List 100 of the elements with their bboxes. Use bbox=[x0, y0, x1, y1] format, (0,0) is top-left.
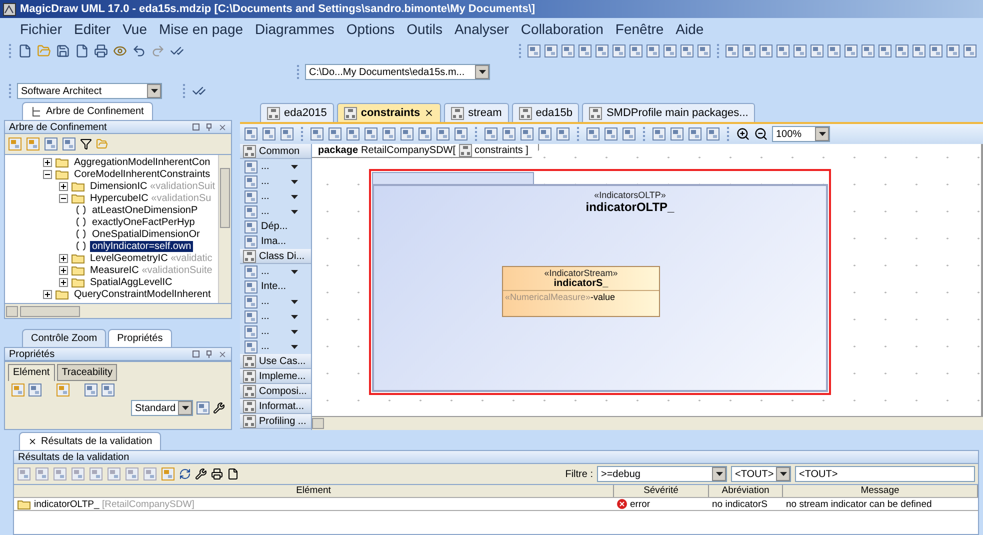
diagram-tab[interactable]: eda15b bbox=[512, 103, 580, 122]
tree-item[interactable]: onlyIndicator=self.own bbox=[90, 240, 194, 252]
palette-tool-icon[interactable] bbox=[244, 174, 258, 188]
diagram-tool-icon[interactable] bbox=[544, 44, 558, 58]
diagram-tool-icon[interactable] bbox=[663, 44, 677, 58]
dropdown-button[interactable] bbox=[475, 65, 489, 79]
caret-icon[interactable] bbox=[291, 344, 298, 348]
palette-section[interactable]: Profiling ... bbox=[240, 414, 311, 429]
tree-item[interactable]: exactlyOneFactPerHyp bbox=[90, 216, 197, 228]
diagram-tool-icon[interactable] bbox=[527, 44, 541, 58]
palette-tool[interactable]: ... bbox=[261, 206, 288, 217]
shape-tool-icon[interactable] bbox=[688, 127, 702, 141]
properties-tool-icon[interactable] bbox=[84, 383, 98, 397]
diagram-tool-icon[interactable] bbox=[697, 44, 711, 58]
panel-tab[interactable]: Arbre de Confinement bbox=[22, 102, 153, 120]
validation-tool-icon[interactable] bbox=[17, 467, 31, 481]
caret-icon[interactable] bbox=[291, 270, 298, 274]
shape-tool-icon[interactable] bbox=[652, 127, 666, 141]
dropdown-button[interactable] bbox=[712, 467, 726, 481]
diagram-tool-icon[interactable] bbox=[912, 44, 926, 58]
menu-item[interactable]: Options bbox=[346, 21, 395, 37]
layout-tool-icon[interactable] bbox=[328, 127, 342, 141]
palette-tool-icon[interactable] bbox=[244, 324, 258, 338]
properties-tool-icon[interactable] bbox=[11, 383, 25, 397]
validation-tool-icon[interactable] bbox=[143, 467, 157, 481]
palette-tool[interactable]: Ima... bbox=[261, 236, 288, 247]
caret-icon[interactable] bbox=[291, 164, 298, 168]
diagram-tool-icon[interactable] bbox=[793, 44, 807, 58]
filter-combo[interactable]: <TOUT> bbox=[731, 466, 791, 482]
palette-section[interactable]: Common bbox=[240, 144, 311, 159]
palette-tool[interactable]: Dép... bbox=[261, 221, 288, 232]
diagram-tool-icon[interactable] bbox=[929, 44, 943, 58]
palette-tool-icon[interactable] bbox=[244, 160, 258, 174]
layout-tool-icon[interactable] bbox=[382, 127, 396, 141]
layout-tool-icon[interactable] bbox=[364, 127, 378, 141]
palette-tool-icon[interactable] bbox=[244, 340, 258, 354]
properties-tab[interactable]: Traceability bbox=[56, 364, 118, 381]
diagram-tool-icon[interactable] bbox=[612, 44, 626, 58]
open-folder-icon[interactable] bbox=[96, 138, 108, 150]
tree-item[interactable]: OneSpatialDimensionOr bbox=[90, 228, 202, 240]
tree-item[interactable]: MeasureIC «validationSuite bbox=[88, 264, 214, 276]
page-icon[interactable] bbox=[227, 468, 239, 480]
palette-tool-icon[interactable] bbox=[244, 280, 258, 294]
diagram-tool-icon[interactable] bbox=[861, 44, 875, 58]
new-file-icon[interactable] bbox=[18, 44, 32, 58]
align-tool-icon[interactable] bbox=[520, 127, 534, 141]
diagram-tool-icon[interactable] bbox=[742, 44, 756, 58]
severity-filter[interactable]: >=debug bbox=[597, 466, 727, 482]
menu-item[interactable]: Aide bbox=[676, 21, 704, 37]
align-tool-icon[interactable] bbox=[502, 127, 516, 141]
layout-tool-icon[interactable] bbox=[454, 127, 468, 141]
tree-tool-icon[interactable] bbox=[44, 137, 58, 151]
zoom-in-icon[interactable] bbox=[736, 127, 750, 141]
validation-tool-icon[interactable] bbox=[53, 467, 67, 481]
diagram-tool-icon[interactable] bbox=[878, 44, 892, 58]
tree-item[interactable]: HypercubeIC «validationSu bbox=[88, 192, 214, 204]
restore-icon[interactable] bbox=[192, 350, 200, 358]
palette-tool-icon[interactable] bbox=[244, 204, 258, 218]
palette-tool[interactable]: ... bbox=[261, 296, 288, 307]
scrollbar[interactable] bbox=[4, 304, 232, 319]
palette-tool-icon[interactable] bbox=[244, 190, 258, 204]
properties-tab[interactable]: Elément bbox=[8, 364, 55, 381]
select-tool-icon[interactable] bbox=[244, 127, 258, 141]
diagram-tool-icon[interactable] bbox=[827, 44, 841, 58]
expander-icon[interactable] bbox=[59, 266, 68, 274]
zoom-out-icon[interactable] bbox=[754, 127, 768, 141]
menu-item[interactable]: Analyser bbox=[454, 21, 509, 37]
zoom-combo[interactable]: 100% bbox=[772, 126, 830, 142]
print-icon[interactable] bbox=[211, 468, 223, 480]
layout-tool-icon[interactable] bbox=[436, 127, 450, 141]
diagram-tab[interactable]: eda2015 bbox=[260, 103, 334, 122]
tree-tool-icon[interactable] bbox=[8, 137, 22, 151]
palette-tool[interactable]: ... bbox=[261, 176, 288, 187]
class-shape[interactable]: «IndicatorStream» indicatorS_ «NumericalMeasure»-value bbox=[502, 266, 660, 317]
menu-item[interactable]: Fenêtre bbox=[615, 21, 664, 37]
palette-section[interactable]: Use Cas... bbox=[240, 354, 311, 369]
diagram-tool-icon[interactable] bbox=[595, 44, 609, 58]
close-icon[interactable] bbox=[424, 108, 434, 118]
column-header[interactable]: Abréviation bbox=[709, 485, 783, 497]
diagram-tool-icon[interactable] bbox=[561, 44, 575, 58]
perspective-combo[interactable]: Software Architect bbox=[17, 83, 162, 99]
diagram-tab[interactable]: SMDProfile main packages... bbox=[582, 103, 756, 122]
column-header[interactable]: Message bbox=[783, 485, 978, 497]
path-tool-icon[interactable] bbox=[586, 127, 600, 141]
palette-section[interactable]: Composi... bbox=[240, 384, 311, 399]
validation-tool-icon[interactable] bbox=[89, 467, 103, 481]
menu-item[interactable]: Fichier bbox=[20, 21, 62, 37]
tree-item[interactable]: QueryConstraintModelInherent bbox=[72, 288, 213, 300]
expander-icon[interactable] bbox=[59, 182, 68, 190]
tree-item[interactable]: CoreModelInherentConstraints bbox=[72, 168, 212, 180]
column-header[interactable]: Sévérité bbox=[614, 485, 709, 497]
scrollbar[interactable] bbox=[218, 155, 231, 303]
tools-icon[interactable] bbox=[213, 402, 225, 414]
panel-tab[interactable]: Résultats de la validation bbox=[19, 432, 162, 450]
validation-tool-icon[interactable] bbox=[71, 467, 85, 481]
properties-tool-icon[interactable] bbox=[28, 383, 42, 397]
dropdown-button[interactable] bbox=[815, 127, 829, 141]
align-tool-icon[interactable] bbox=[556, 127, 570, 141]
redo-icon[interactable] bbox=[151, 44, 165, 58]
caret-icon[interactable] bbox=[291, 330, 298, 334]
